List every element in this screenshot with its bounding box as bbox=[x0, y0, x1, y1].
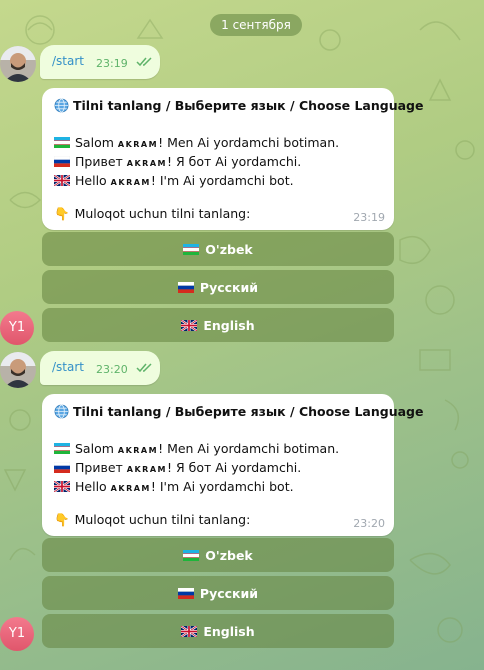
language-button-uzbek[interactable]: O'zbek bbox=[42, 232, 394, 266]
globe-icon bbox=[54, 98, 69, 113]
bot-avatar[interactable]: Y1 bbox=[0, 311, 34, 345]
language-button-uzbek[interactable]: O'zbek bbox=[42, 538, 394, 572]
button-label: O'zbek bbox=[205, 547, 253, 563]
uk-flag-icon bbox=[181, 625, 198, 637]
greeting-en: Hello AKRAM! I'm Ai yordamchi bot. bbox=[54, 479, 294, 494]
language-prompt-title: Tilni tanlang / Выберите язык / Choose L… bbox=[54, 98, 423, 113]
greeting-en: Hello AKRAM! I'm Ai yordamchi bot. bbox=[54, 173, 294, 188]
uk-flag-icon bbox=[181, 319, 198, 331]
uzbekistan-flag-icon bbox=[183, 549, 200, 561]
title-text: Tilni tanlang / Выберите язык / Choose L… bbox=[73, 98, 424, 113]
uzbekistan-flag-icon bbox=[183, 243, 200, 255]
pointing-down-icon: 👇 bbox=[54, 512, 70, 527]
language-button-russian[interactable]: Русский bbox=[42, 576, 394, 610]
command-link[interactable]: /start bbox=[52, 54, 84, 68]
uzbekistan-flag-icon bbox=[54, 443, 70, 454]
double-check-icon bbox=[136, 57, 152, 67]
user-avatar-icon bbox=[0, 46, 36, 82]
russia-flag-icon bbox=[54, 156, 70, 167]
button-label: English bbox=[203, 317, 255, 333]
pointing-down-icon: 👇 bbox=[54, 206, 70, 221]
greeting-uz: Salom AKRAM! Men Ai yordamchi botiman. bbox=[54, 441, 339, 456]
username: AKRAM bbox=[126, 465, 167, 474]
username: AKRAM bbox=[126, 159, 167, 168]
greeting-uz: Salom AKRAM! Men Ai yordamchi botiman. bbox=[54, 135, 339, 150]
greeting-ru: Привет AKRAM! Я бот Ai yordamchi. bbox=[54, 460, 301, 475]
russia-flag-icon bbox=[177, 587, 194, 599]
username: AKRAM bbox=[117, 446, 159, 455]
russia-flag-icon bbox=[177, 281, 194, 293]
uk-flag-icon bbox=[54, 481, 70, 492]
username: AKRAM bbox=[117, 140, 159, 149]
button-label: Русский bbox=[199, 279, 259, 295]
title-text: Tilni tanlang / Выберите язык / Choose L… bbox=[73, 404, 424, 419]
choose-language-prompt: 👇 Muloqot uchun tilni tanlang: bbox=[54, 512, 251, 527]
globe-icon bbox=[54, 404, 69, 419]
button-label: Русский bbox=[199, 585, 259, 601]
double-check-icon bbox=[136, 363, 152, 373]
message-time: 23:20 bbox=[353, 517, 385, 530]
user-avatar[interactable] bbox=[0, 46, 36, 82]
language-button-english[interactable]: English bbox=[42, 614, 394, 648]
bot-message: Tilni tanlang / Выберите язык / Choose L… bbox=[42, 88, 423, 230]
button-label: English bbox=[203, 623, 255, 639]
button-label: O'zbek bbox=[205, 241, 253, 257]
username: AKRAM bbox=[110, 484, 151, 493]
choose-language-prompt: 👇 Muloqot uchun tilni tanlang: bbox=[54, 206, 251, 221]
user-avatar[interactable] bbox=[0, 352, 36, 388]
command-link[interactable]: /start bbox=[52, 360, 84, 374]
greeting-ru: Привет AKRAM! Я бот Ai yordamchi. bbox=[54, 154, 301, 169]
uk-flag-icon bbox=[54, 175, 70, 186]
user-avatar-icon bbox=[0, 352, 36, 388]
username: AKRAM bbox=[110, 178, 151, 187]
uzbekistan-flag-icon bbox=[54, 137, 70, 148]
message-time: 23:20 bbox=[96, 363, 128, 376]
language-button-russian[interactable]: Русский bbox=[42, 270, 394, 304]
bot-message: Tilni tanlang / Выберите язык / Choose L… bbox=[42, 394, 423, 536]
language-prompt-title: Tilni tanlang / Выберите язык / Choose L… bbox=[54, 404, 423, 419]
message-time: 23:19 bbox=[96, 57, 128, 70]
outgoing-message[interactable]: /start 23:19 bbox=[40, 45, 160, 79]
bot-avatar[interactable]: Y1 bbox=[0, 617, 34, 651]
outgoing-message[interactable]: /start 23:20 bbox=[40, 351, 160, 385]
message-time: 23:19 bbox=[353, 211, 385, 224]
russia-flag-icon bbox=[54, 462, 70, 473]
language-button-english[interactable]: English bbox=[42, 308, 394, 342]
date-separator: 1 сентября bbox=[210, 14, 302, 36]
